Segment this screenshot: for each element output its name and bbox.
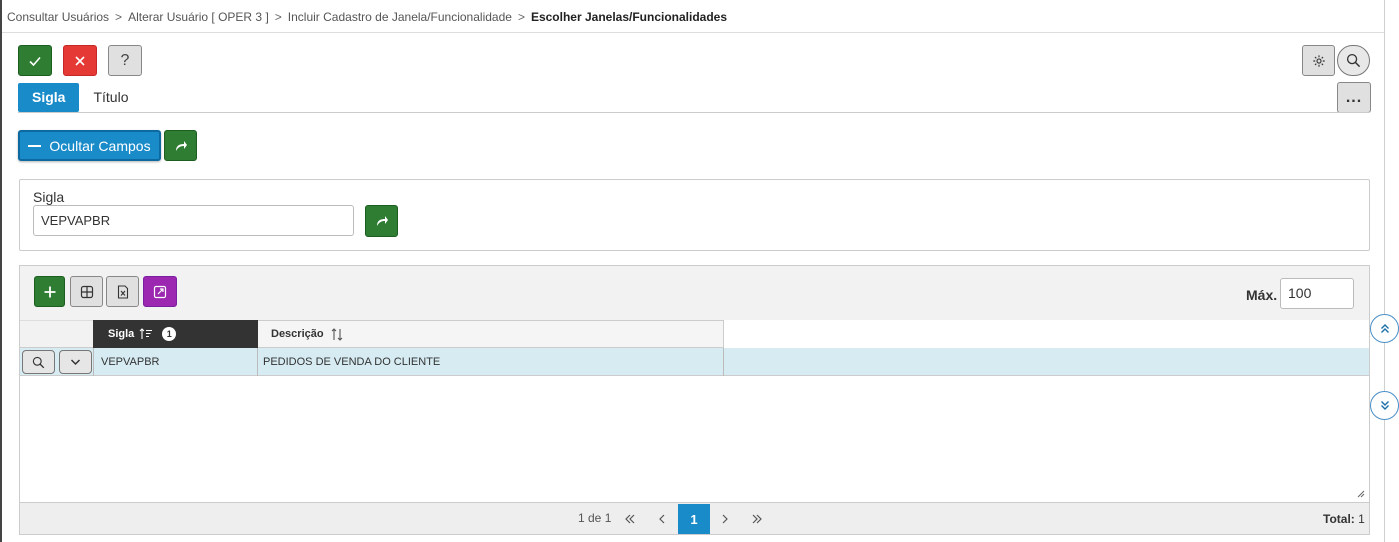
breadcrumb-item-alterar-usuario[interactable]: Alterar Usuário [ OPER 3 ]: [128, 10, 269, 24]
breadcrumb-item-incluir-cadastro[interactable]: Incluir Cadastro de Janela/Funcionalidad…: [288, 10, 512, 24]
column-header-descricao-label: Descrição: [271, 328, 324, 340]
tab-divider: [18, 112, 1370, 113]
scroll-to-top-button[interactable]: [1370, 314, 1399, 343]
columns-button[interactable]: [70, 276, 103, 307]
excel-file-icon: [117, 284, 128, 299]
execute-button[interactable]: [164, 130, 197, 161]
row-options-button[interactable]: [59, 350, 92, 374]
forward-arrow-icon: [376, 216, 388, 226]
sigla-input[interactable]: VEPVAPBR: [33, 205, 354, 236]
search-icon: [32, 356, 45, 368]
more-label: ...: [1345, 88, 1363, 106]
max-rows-input[interactable]: 100: [1280, 278, 1354, 309]
total-label: Total:: [1323, 512, 1355, 526]
search-button[interactable]: [1337, 45, 1370, 76]
check-icon: [29, 56, 41, 66]
double-chevron-up-icon: [1380, 324, 1389, 333]
column-header-descricao[interactable]: Descrição: [258, 320, 724, 348]
cell-descricao: PEDIDOS DE VENDA DO CLIENTE: [258, 348, 724, 376]
breadcrumb-separator: >: [274, 10, 282, 24]
search-icon: [1346, 53, 1361, 68]
total-count: Total: 1: [1323, 512, 1365, 526]
cell-sigla: VEPVAPBR: [93, 348, 258, 376]
page-info: 1 de 1: [578, 511, 612, 525]
plus-icon: [44, 286, 55, 297]
breadcrumb-item-consultar-usuarios[interactable]: Consultar Usuários: [7, 10, 109, 24]
view-row-button[interactable]: [22, 350, 55, 374]
close-icon: [75, 55, 85, 66]
window-edge: [0, 0, 2, 542]
add-record-button[interactable]: [34, 276, 65, 307]
tab-titulo[interactable]: Título: [79, 83, 142, 112]
header-divider: [2, 32, 1385, 33]
gear-icon: [1312, 54, 1325, 67]
grid-columns-icon: [80, 285, 93, 298]
breadcrumb-separator: >: [517, 10, 525, 24]
tab-bar: Sigla Título: [18, 83, 142, 112]
last-page-button[interactable]: [742, 504, 772, 534]
sigla-search-button[interactable]: [365, 205, 398, 237]
sort-icon: [331, 327, 342, 341]
chevron-right-icon: [722, 514, 728, 524]
hide-fields-button[interactable]: Ocultar Campos: [18, 130, 161, 161]
more-options-button[interactable]: ...: [1337, 82, 1371, 113]
resize-grip-icon: [1357, 490, 1365, 498]
scroll-track: [1384, 0, 1399, 542]
help-button[interactable]: ?: [108, 45, 142, 76]
actions-column-header: [20, 320, 93, 348]
total-value: 1: [1358, 512, 1365, 526]
scroll-to-bottom-button[interactable]: [1370, 391, 1399, 420]
confirm-button[interactable]: [18, 45, 52, 76]
previous-page-button[interactable]: [647, 504, 677, 534]
settings-button[interactable]: [1302, 45, 1335, 76]
expand-grid-button[interactable]: [143, 276, 177, 307]
page: Consultar Usuários > Alterar Usuário [ OPE…: [0, 0, 1399, 542]
chevron-down-icon: [70, 359, 81, 366]
resize-handle[interactable]: [1356, 489, 1365, 498]
chevron-left-icon: [659, 514, 665, 524]
breadcrumb-current: Escolher Janelas/Funcionalidades: [530, 10, 728, 24]
current-page-button[interactable]: 1: [678, 504, 710, 534]
sort-order-badge: 1: [162, 327, 177, 341]
sort-ascending-icon: [139, 328, 153, 339]
hide-fields-label: Ocultar Campos: [49, 137, 151, 154]
first-page-button[interactable]: [615, 504, 645, 534]
column-header-sigla-label: Sigla: [108, 328, 135, 340]
tab-sigla[interactable]: Sigla: [18, 83, 80, 112]
max-label: Máx.: [1246, 287, 1278, 303]
cancel-button[interactable]: [63, 45, 97, 76]
double-chevron-down-icon: [1380, 401, 1389, 410]
minus-icon: [28, 144, 42, 147]
scroll-track-border: [1384, 0, 1385, 542]
expand-icon: [153, 285, 167, 298]
export-excel-button[interactable]: [106, 276, 139, 307]
help-label: ?: [120, 51, 130, 69]
column-header-sigla[interactable]: Sigla 1: [93, 320, 258, 348]
breadcrumb: Consultar Usuários > Alterar Usuário [ OPE…: [7, 10, 727, 24]
next-page-button[interactable]: [710, 504, 740, 534]
double-chevron-right-icon: [752, 514, 762, 524]
double-chevron-left-icon: [625, 514, 635, 524]
sigla-label: Sigla: [33, 189, 65, 205]
breadcrumb-separator: >: [115, 10, 123, 24]
forward-arrow-icon: [175, 140, 187, 151]
